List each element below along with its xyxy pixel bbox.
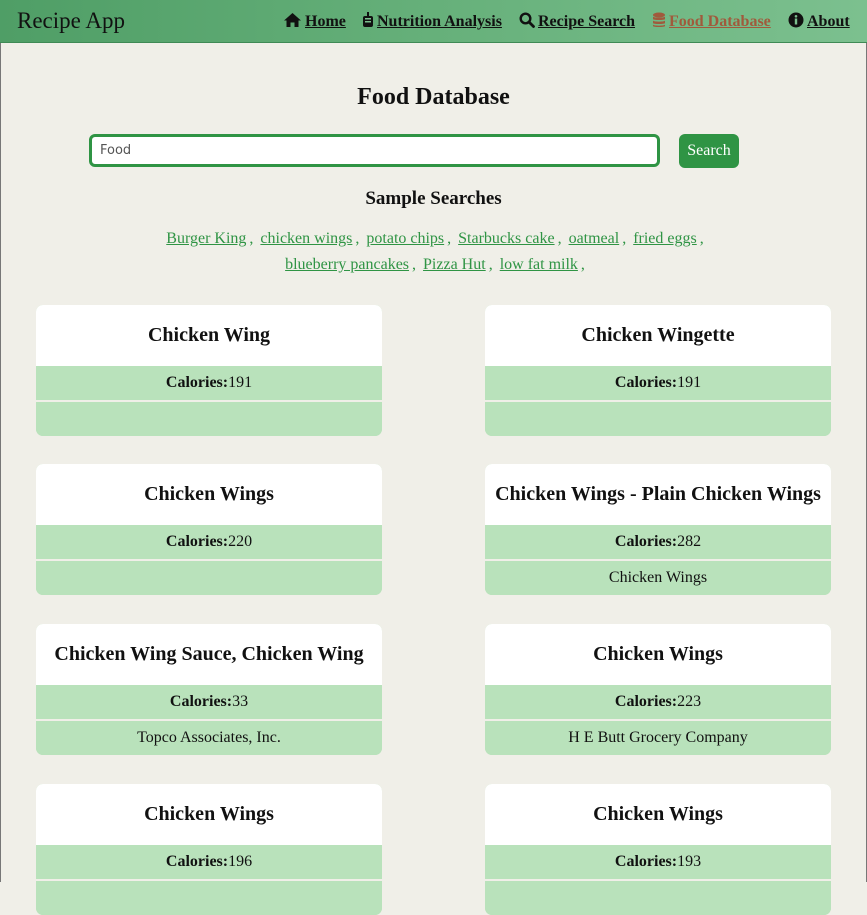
sample-searches-title: Sample Searches — [365, 188, 502, 209]
food-card-title: Chicken Wings — [485, 624, 831, 685]
apple-icon — [363, 12, 373, 27]
calories-label: Calories: — [614, 533, 678, 550]
nav-home[interactable]: Home — [283, 12, 346, 31]
calories-value: 193 — [677, 853, 702, 870]
food-card-calories: Calories: 196 — [36, 845, 382, 879]
calories-label: Calories: — [165, 533, 229, 550]
calories-label: Calories: — [614, 693, 678, 710]
food-search-input[interactable] — [89, 134, 660, 167]
calories-value: 191 — [228, 374, 253, 391]
food-card-calories: Calories: 223 — [485, 685, 831, 719]
food-card[interactable]: Chicken Wing Sauce, Chicken Wing Calorie… — [36, 624, 382, 755]
database-icon — [653, 12, 665, 28]
food-card[interactable]: Chicken Wing Calories: 191 — [36, 305, 382, 436]
food-card[interactable]: Chicken Wings Calories: 220 — [36, 464, 382, 595]
food-card-brand — [485, 879, 831, 915]
sample-search-link[interactable]: fried eggs — [633, 230, 697, 247]
nav-food-database-label: Food Database — [669, 13, 771, 30]
food-card[interactable]: Chicken Wings - Plain Chicken Wings Calo… — [485, 464, 831, 595]
food-card-calories: Calories: 193 — [485, 845, 831, 879]
sample-search-link[interactable]: oatmeal — [569, 230, 620, 247]
food-card-brand — [36, 400, 382, 436]
food-card-title: Chicken Wing Sauce, Chicken Wing — [36, 624, 382, 685]
page-title: Food Database — [357, 84, 510, 110]
sample-search-link[interactable]: blueberry pancakes — [285, 256, 409, 273]
food-card-title: Chicken Wings — [36, 464, 382, 525]
nav-nutrition-analysis[interactable]: Nutrition Analysis — [362, 12, 502, 31]
calories-label: Calories: — [165, 853, 229, 870]
calories-value: 196 — [228, 853, 253, 870]
nav-recipe-search-label: Recipe Search — [538, 13, 636, 30]
calories-value: 282 — [677, 533, 702, 550]
food-card-brand: H E Butt Grocery Company — [485, 719, 831, 755]
sample-search-link[interactable]: Pizza Hut — [423, 256, 486, 273]
nav-food-database[interactable]: Food Database — [652, 12, 771, 31]
calories-value: 223 — [677, 693, 702, 710]
calories-label: Calories: — [614, 374, 678, 391]
calories-value: 191 — [677, 374, 702, 391]
sample-search-link[interactable]: low fat milk — [500, 256, 578, 273]
calories-value: 220 — [228, 533, 253, 550]
sample-search-link[interactable]: chicken wings — [260, 230, 352, 247]
food-card[interactable]: Chicken Wings Calories: 196 — [36, 784, 382, 915]
food-card-calories: Calories: 33 — [36, 685, 382, 719]
food-card-calories: Calories: 191 — [36, 366, 382, 400]
nav-nutrition-analysis-label: Nutrition Analysis — [377, 13, 502, 30]
food-card-title: Chicken Wingette — [485, 305, 831, 366]
food-card-calories: Calories: 282 — [485, 525, 831, 559]
sample-searches-list: Burger King, chicken wings, potato chips… — [166, 230, 704, 273]
calories-value: 33 — [232, 693, 249, 710]
food-card-title: Chicken Wings — [36, 784, 382, 845]
food-card-calories: Calories: 191 — [485, 366, 831, 400]
food-card-title: Chicken Wings — [485, 784, 831, 845]
food-card[interactable]: Chicken Wings Calories: 193 — [485, 784, 831, 915]
food-card-title: Chicken Wing — [36, 305, 382, 366]
food-card-brand: Topco Associates, Inc. — [36, 719, 382, 755]
navbar: Recipe App Home Nutrition Analysis Recip… — [0, 0, 867, 43]
nav-recipe-search[interactable]: Recipe Search — [519, 12, 635, 31]
sample-search-link[interactable]: potato chips — [366, 230, 444, 247]
food-card-brand — [36, 879, 382, 915]
brand-logo[interactable]: Recipe App — [17, 8, 125, 34]
search-icon — [519, 12, 535, 28]
calories-label: Calories: — [169, 693, 233, 710]
calories-label: Calories: — [165, 374, 229, 391]
food-card-calories: Calories: 220 — [36, 525, 382, 559]
nav-home-label: Home — [305, 13, 346, 30]
food-card[interactable]: Chicken Wings Calories: 223 H E Butt Groc… — [485, 624, 831, 755]
home-icon — [284, 13, 301, 27]
food-card[interactable]: Chicken Wingette Calories: 191 — [485, 305, 831, 436]
nav-about-label: About — [807, 13, 850, 30]
sample-search-link[interactable]: Starbucks cake — [458, 230, 554, 247]
nav-about[interactable]: About — [788, 12, 850, 31]
food-card-brand: Chicken Wings — [485, 559, 831, 595]
food-card-title: Chicken Wings - Plain Chicken Wings — [485, 464, 831, 525]
sample-search-link[interactable]: Burger King — [166, 230, 246, 247]
food-card-brand — [36, 559, 382, 595]
food-card-brand — [485, 400, 831, 436]
search-button[interactable]: Search — [679, 134, 739, 168]
info-icon — [788, 12, 804, 28]
calories-label: Calories: — [614, 853, 678, 870]
